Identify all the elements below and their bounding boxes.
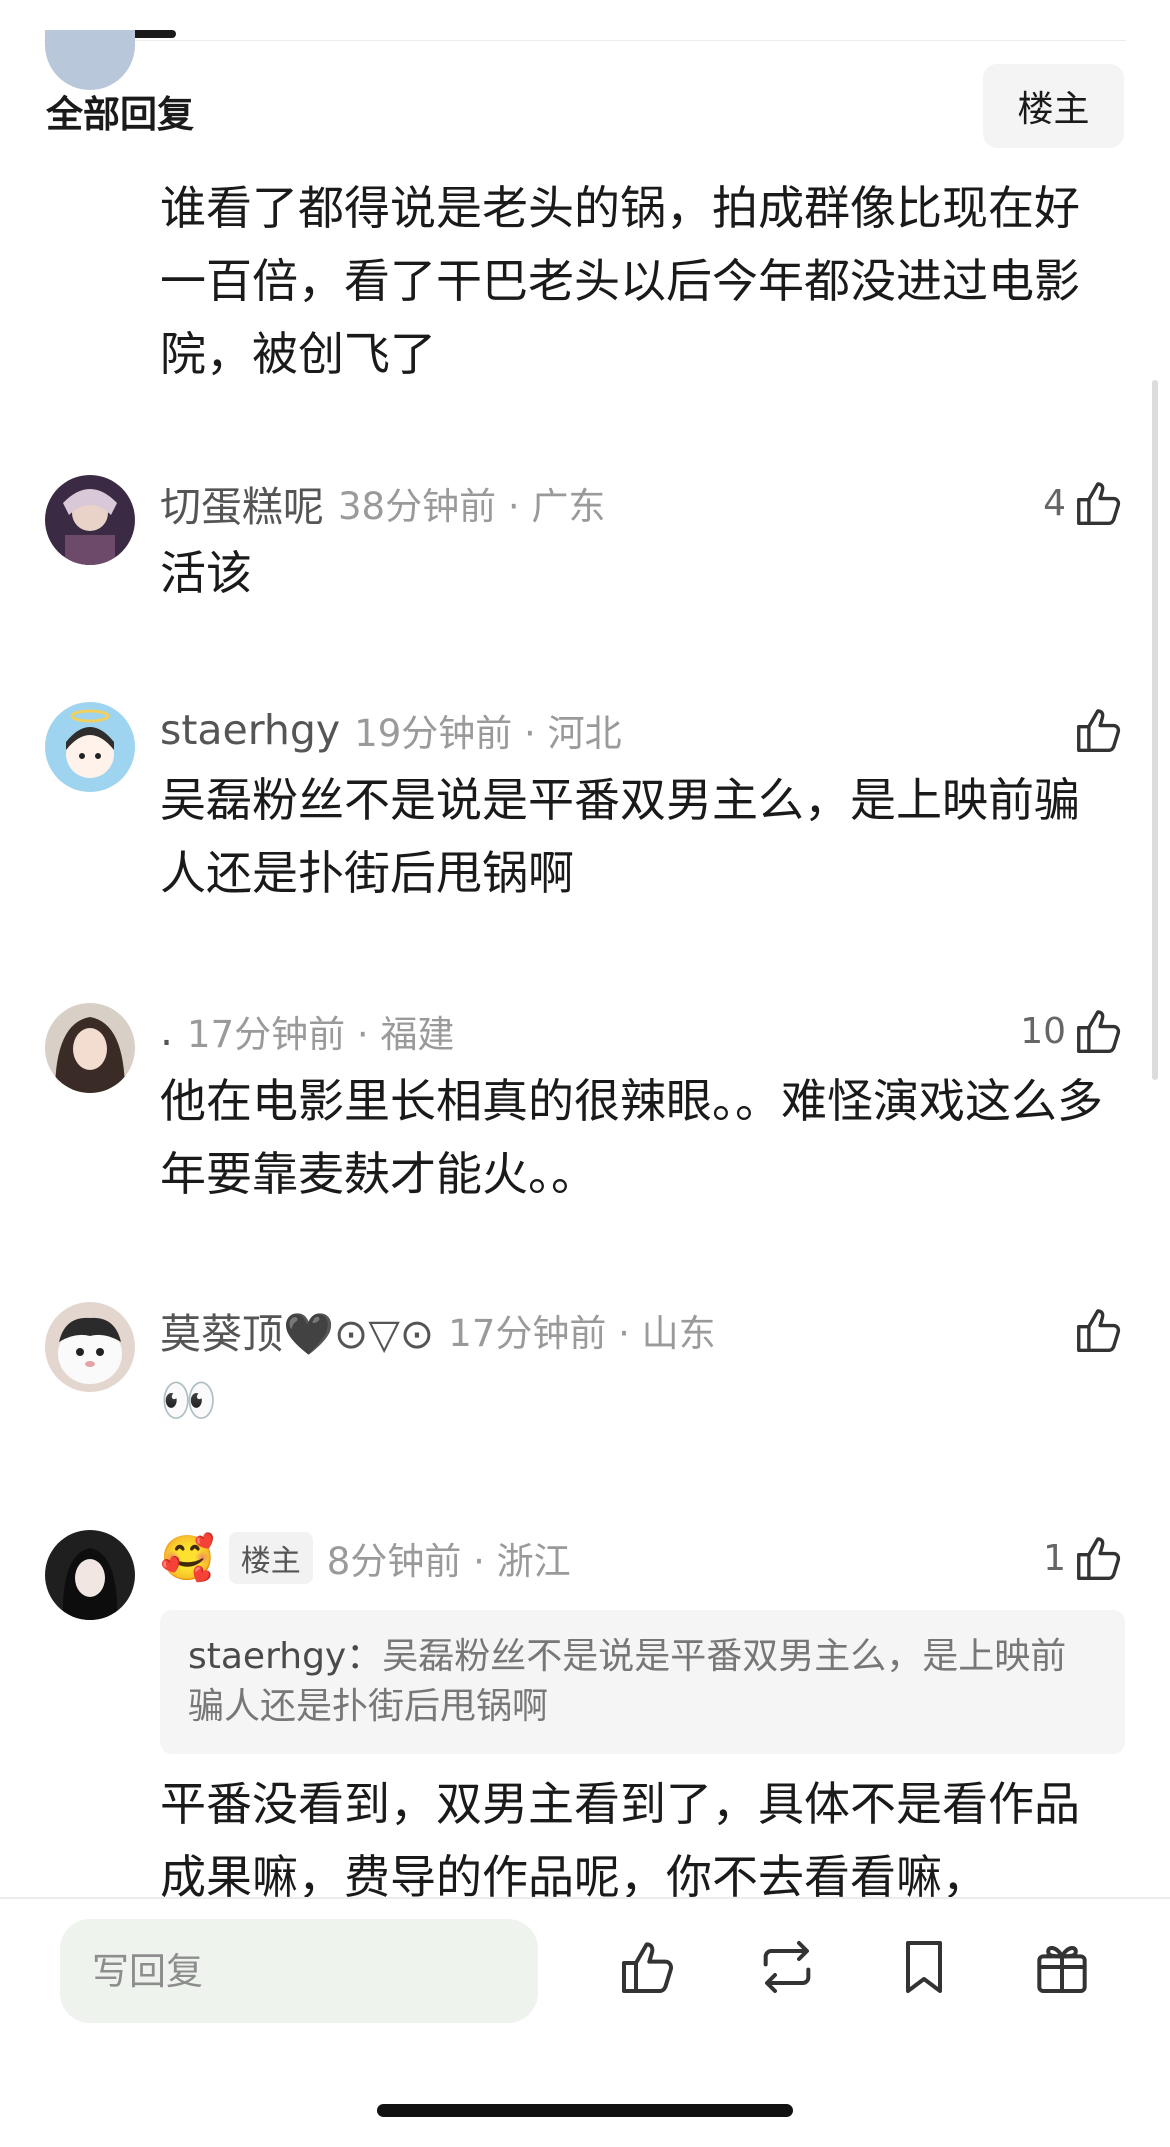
like-button[interactable]: 10 xyxy=(1020,1003,1126,1059)
like-count: 10 xyxy=(1020,1010,1066,1052)
like-button[interactable]: 4 xyxy=(1043,475,1126,531)
thumbs-up-icon[interactable] xyxy=(1072,1531,1126,1585)
avatar[interactable] xyxy=(45,1302,135,1392)
thumbs-up-icon[interactable] xyxy=(1072,1004,1126,1058)
top-divider xyxy=(44,40,1126,41)
comment-body: 平番没看到，双男主看到了，具体不是看作品成果嘛，费导的作品呢，你不去看看嘛， xyxy=(160,1777,1080,1904)
op-badge: 楼主 xyxy=(228,1532,313,1584)
comment-meta: 🥰 楼主 8分钟前 · 浙江 xyxy=(160,1530,571,1586)
time-location: 17分钟前 · 山东 xyxy=(448,1312,716,1355)
username[interactable]: . xyxy=(160,1007,173,1055)
avatar[interactable] xyxy=(45,1530,135,1620)
comment-meta: 切蛋糕呢 38分钟前 · 广东 xyxy=(160,475,605,531)
time-location: 17分钟前 · 福建 xyxy=(187,1013,455,1056)
bookmark-button[interactable] xyxy=(888,1933,960,2005)
comment-body: 他在电影里长相真的很辣眼。。难怪演戏这么多年要靠麦麸才能火。。 xyxy=(160,1074,1103,1201)
username[interactable]: 🥰 xyxy=(160,1532,215,1584)
time-location: 38分钟前 · 广东 xyxy=(338,485,606,528)
thumbs-up-icon xyxy=(616,1935,680,2003)
comment-body: 活该 xyxy=(160,546,252,600)
username[interactable]: staerhgy xyxy=(160,706,340,754)
bookmark-icon xyxy=(892,1935,956,2003)
comment-body: 👀 xyxy=(160,1373,218,1427)
like-button[interactable]: 1 xyxy=(1043,1530,1126,1586)
time-location: 19分钟前 · 河北 xyxy=(354,712,622,755)
comment-meta: staerhgy 19分钟前 · 河北 xyxy=(160,702,622,758)
username[interactable]: 切蛋糕呢 xyxy=(160,473,324,533)
home-indicator[interactable] xyxy=(377,2104,793,2117)
like-count: 1 xyxy=(1043,1537,1066,1579)
time-location: 8分钟前 · 浙江 xyxy=(326,1540,571,1583)
avatar[interactable] xyxy=(45,475,135,565)
thumbs-up-icon[interactable] xyxy=(1072,476,1126,530)
like-count: 4 xyxy=(1043,482,1066,524)
like-button[interactable] xyxy=(1072,702,1126,758)
avatar[interactable] xyxy=(45,702,135,792)
scrollbar[interactable] xyxy=(1152,380,1158,1080)
comment-body: 吴磊粉丝不是说是平番双男主么，是上映前骗人还是扑街后甩锅啊 xyxy=(160,773,1080,900)
like-button[interactable] xyxy=(1072,1302,1126,1358)
comment-sheet: 全部回复 楼主 谁看了都得说是老头的锅，拍成群像比现在好一百倍，看了干巴老头以后… xyxy=(0,0,1170,2147)
avatar[interactable] xyxy=(45,1003,135,1093)
repost-icon xyxy=(755,1935,819,2003)
op-only-filter-button[interactable]: 楼主 xyxy=(983,64,1124,148)
username[interactable]: 莫葵顶🖤⊙▽⊙ xyxy=(160,1300,434,1360)
quoted-reply[interactable]: staerhgy：吴磊粉丝不是说是平番双男主么，是上映前骗人还是扑街后甩锅啊 xyxy=(160,1610,1125,1754)
like-post-button[interactable] xyxy=(612,1933,684,2005)
reply-input[interactable] xyxy=(60,1919,538,2023)
quote-username: staerhgy： xyxy=(188,1636,383,1677)
comment-meta: 莫葵顶🖤⊙▽⊙ 17分钟前 · 山东 xyxy=(160,1302,716,1358)
page-title: 全部回复 xyxy=(46,93,194,136)
gift-icon xyxy=(1030,1935,1094,2003)
comment-body: 谁看了都得说是老头的锅，拍成群像比现在好一百倍，看了干巴老头以后今年都没进过电影… xyxy=(160,181,1080,381)
comment-meta: . 17分钟前 · 福建 xyxy=(160,1003,454,1059)
thumbs-up-icon[interactable] xyxy=(1072,703,1126,757)
gift-button[interactable] xyxy=(1026,1933,1098,2005)
replies-header: 全部回复 楼主 xyxy=(0,60,1170,152)
thumbs-up-icon[interactable] xyxy=(1072,1303,1126,1357)
repost-button[interactable] xyxy=(751,1933,823,2005)
